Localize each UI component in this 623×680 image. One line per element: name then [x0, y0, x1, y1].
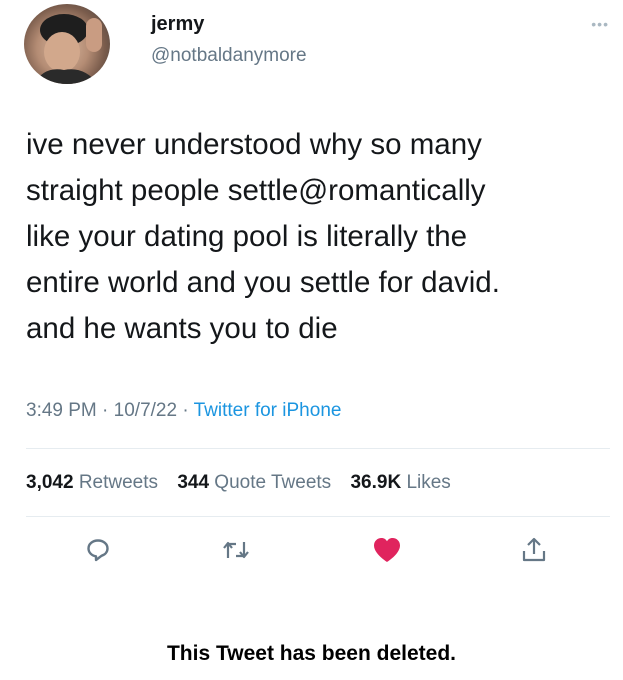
like-button[interactable] [367, 530, 407, 570]
deleted-notice: This Tweet has been deleted. [166, 642, 457, 665]
like-icon [374, 538, 400, 562]
tweet-actions [0, 530, 623, 570]
retweets-count: 3,042 [26, 472, 74, 493]
likes-stat[interactable]: 36.9K Likes [350, 472, 450, 493]
likes-label: Likes [406, 472, 451, 493]
meta-separator: · [182, 400, 189, 421]
avatar[interactable] [24, 4, 110, 84]
user-handle[interactable]: @notbaldanymore [151, 45, 307, 67]
reply-icon [87, 539, 109, 562]
retweets-stat[interactable]: 3,042 Retweets [26, 472, 163, 493]
tweet-header: jermy @notbaldanymore ••• [24, 4, 609, 84]
share-button[interactable] [514, 530, 554, 570]
retweet-button[interactable] [216, 530, 256, 570]
tweet-text-line: and he wants you to die [26, 312, 338, 345]
divider [26, 516, 610, 517]
tweet-source-link[interactable]: Twitter for iPhone [194, 400, 342, 421]
tweet-stats: 3,042 Retweets 344 Quote Tweets 36.9K Li… [26, 472, 465, 494]
tweet-text-line: like your dating pool is literally the [26, 220, 468, 253]
tweet-time[interactable]: 3:49 PM [26, 400, 97, 421]
quote-tweets-count: 344 [177, 472, 210, 493]
reply-button[interactable] [78, 530, 118, 570]
retweets-label: Retweets [78, 472, 159, 493]
tweet-text-line: ive never understood why so many [26, 128, 482, 161]
user-name[interactable]: jermy [151, 13, 204, 36]
more-options-icon[interactable]: ••• [591, 16, 609, 32]
tweet-text-line: entire world and you settle for david. [26, 266, 500, 299]
tweet-text: ive never understood why so many straigh… [26, 122, 606, 352]
meta-separator: · [102, 400, 109, 421]
tweet-date[interactable]: 10/7/22 [114, 400, 177, 421]
quote-tweets-stat[interactable]: 344 Quote Tweets [177, 472, 336, 493]
tweet-text-line: straight people settle@romantically [26, 174, 486, 207]
likes-count: 36.9K [350, 472, 402, 493]
tweet-meta: 3:49 PM · 10/7/22 · Twitter for iPhone [26, 400, 341, 422]
retweet-icon [223, 541, 249, 559]
divider [26, 448, 610, 449]
quote-tweets-label: Quote Tweets [214, 472, 332, 493]
share-icon [522, 537, 546, 562]
